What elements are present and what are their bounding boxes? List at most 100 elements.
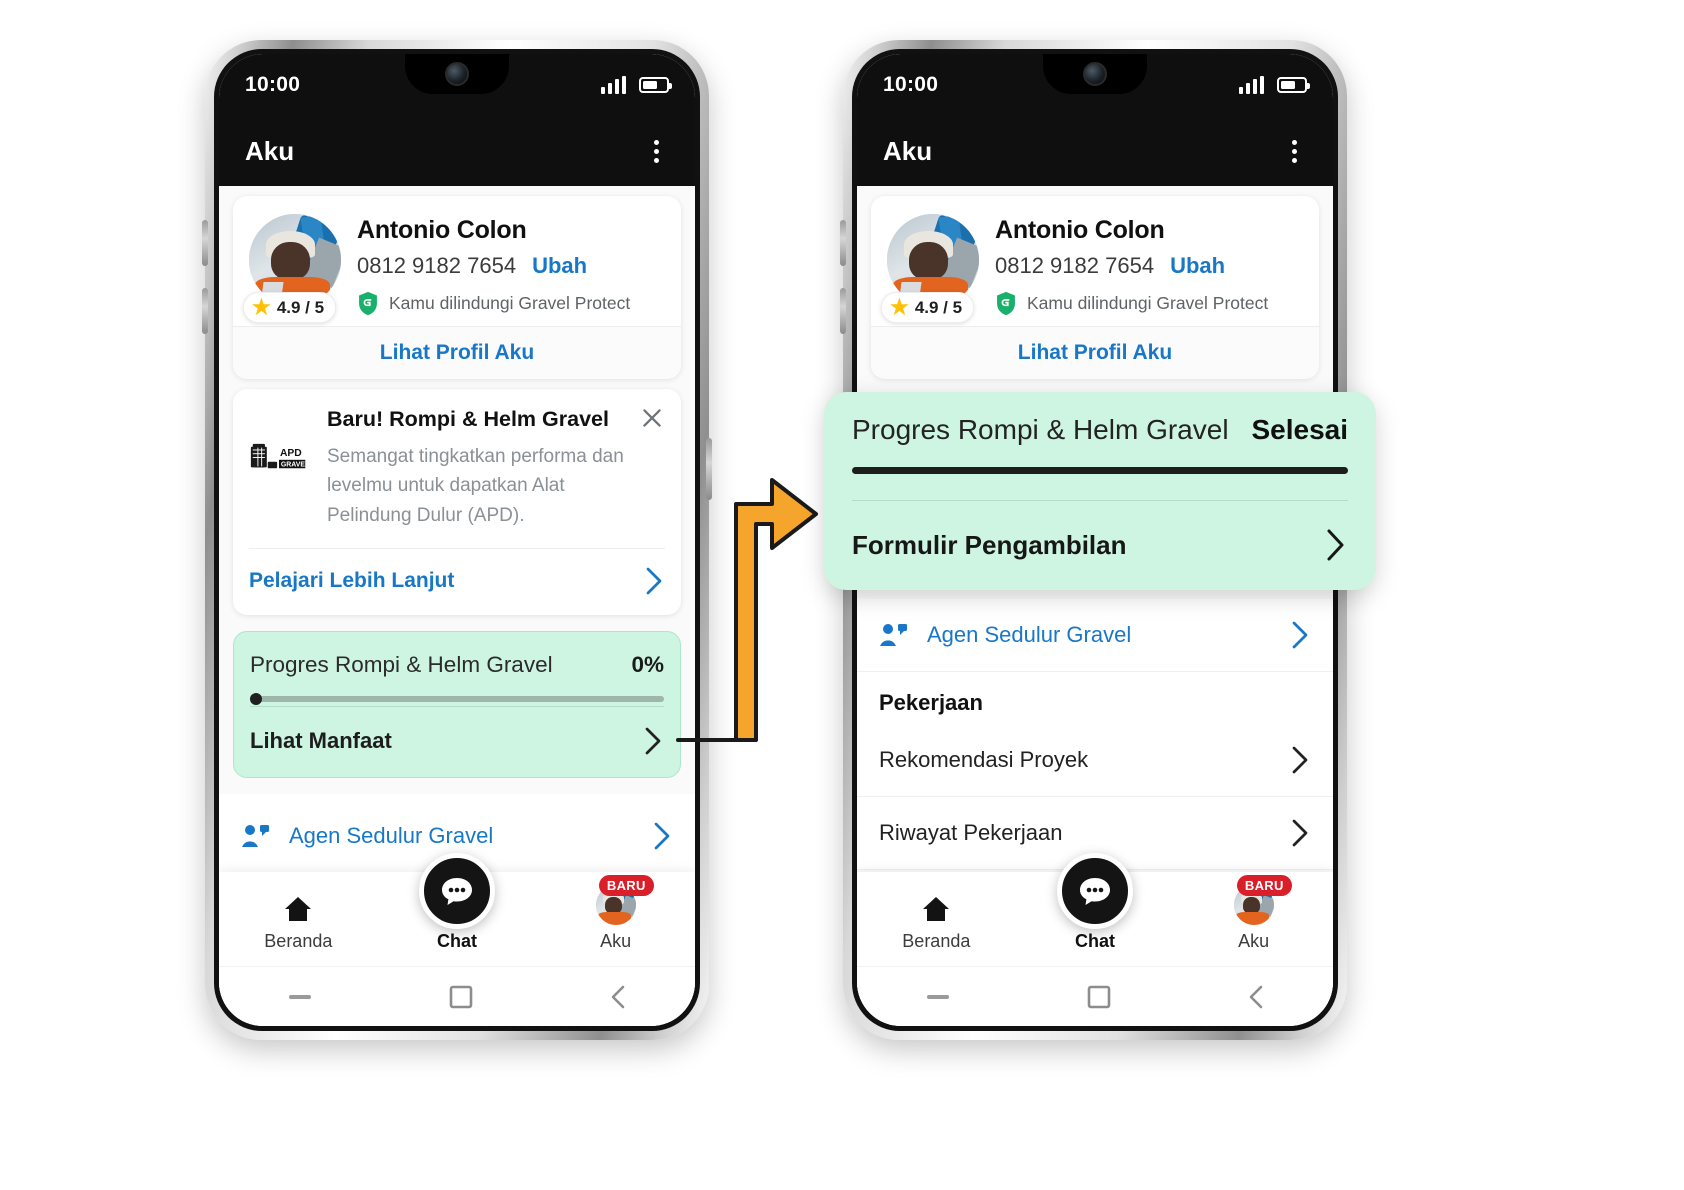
gravel-protect-shield-icon: [997, 291, 1015, 316]
battery-icon: [1277, 77, 1310, 93]
callout-status: Selesai: [1251, 414, 1348, 445]
people-icon: [242, 825, 269, 848]
learn-more-label: Pelajari Lebih Lanjut: [249, 569, 455, 593]
recents-icon[interactable]: [283, 987, 317, 1007]
chevron-right-icon: [645, 727, 661, 755]
chat-fab-button[interactable]: [1057, 853, 1133, 929]
view-benefits-row[interactable]: Lihat Manfaat: [250, 706, 664, 777]
camera-notch: [405, 54, 509, 94]
nav-item-aku[interactable]: BARU Aku: [1174, 875, 1333, 966]
chat-bubble-icon: [1080, 878, 1110, 905]
progress-card: Progres Rompi & Helm Gravel 0% Lihat Man…: [233, 631, 681, 779]
chevron-right-icon: [1292, 621, 1308, 649]
square-home-icon[interactable]: [1084, 982, 1114, 1012]
promo-title: Baru! Rompi & Helm Gravel: [327, 407, 609, 431]
page-title: Aku: [883, 135, 933, 166]
view-benefits-label: Lihat Manfaat: [250, 728, 392, 754]
bottom-navigation: Beranda Chat BARU Aku: [219, 853, 695, 966]
section-header-pekerjaan: Pekerjaan: [857, 672, 1333, 724]
nav-item-chat[interactable]: Chat: [1016, 853, 1175, 966]
kebab-menu-icon[interactable]: [644, 134, 669, 169]
square-home-icon[interactable]: [446, 982, 476, 1012]
back-chevron-icon[interactable]: [605, 982, 631, 1012]
edit-profile-link[interactable]: Ubah: [1170, 253, 1225, 279]
promo-description: Semangat tingkatkan performa dan levelmu…: [327, 446, 624, 526]
protect-text: Kamu dilindungi Gravel Protect: [1027, 293, 1269, 313]
volume-down-button[interactable]: [840, 288, 846, 334]
gravel-protect-shield-icon: [359, 291, 377, 316]
nav-label-aku: Aku: [1238, 931, 1270, 951]
profile-name: Antonio Colon: [357, 216, 527, 244]
profile-phone: 0812 9182 7654: [357, 253, 517, 278]
recents-icon[interactable]: [921, 987, 955, 1007]
rating-badge: ★ 4.9 / 5: [243, 292, 337, 323]
chat-fab-button[interactable]: [419, 853, 495, 929]
system-navigation-bar: [219, 966, 695, 1026]
apd-badge-icon: APD GRAVEL: [249, 407, 313, 530]
nav-item-beranda[interactable]: Beranda: [857, 893, 1016, 966]
status-badge: BARU: [1236, 875, 1292, 896]
profile-card: ★ 4.9 / 5 Antonio Colon 0812 9182 7654 U…: [871, 196, 1319, 379]
profile-card: ★ 4.9 / 5 Antonio Colon 0812 9182 7654 U…: [233, 196, 681, 379]
status-clock: 10:00: [883, 73, 939, 96]
progress-callout-overlay: Progres Rompi & Helm Gravel Selesai Form…: [824, 392, 1376, 590]
flow-arrow-right-icon: [676, 478, 818, 742]
volume-up-button[interactable]: [840, 220, 846, 266]
learn-more-row[interactable]: Pelajari Lebih Lanjut: [249, 548, 665, 615]
close-icon[interactable]: [639, 405, 665, 431]
svg-text:GRAVEL: GRAVEL: [281, 461, 309, 468]
progress-track: [250, 693, 664, 706]
svg-text:APD: APD: [280, 448, 302, 459]
progress-knob: [250, 693, 262, 706]
screenshot-root: 10:00 Aku ★ 4.9 / 5 Antonio Colon 0812 9…: [0, 0, 1684, 1190]
view-profile-label: Lihat Profil Aku: [379, 341, 535, 364]
menu-row-rekomendasi-proyek[interactable]: Rekomendasi Proyek: [857, 724, 1333, 797]
people-icon: [880, 624, 907, 646]
kebab-menu-icon[interactable]: [1282, 134, 1307, 169]
nav-label-chat: Chat: [1075, 931, 1115, 951]
chevron-right-icon: [1292, 746, 1308, 774]
formulir-label: Formulir Pengambilan: [852, 529, 1127, 560]
edit-profile-link[interactable]: Ubah: [532, 253, 587, 279]
menu-label: Riwayat Pekerjaan: [879, 820, 1063, 845]
star-icon: ★: [252, 296, 271, 319]
agen-label: Agen Sedulur Gravel: [927, 622, 1132, 647]
chevron-right-icon: [646, 567, 662, 595]
view-profile-button[interactable]: Lihat Profil Aku: [871, 326, 1319, 379]
page-title: Aku: [245, 135, 295, 166]
nav-label-aku: Aku: [600, 931, 632, 951]
view-profile-label: Lihat Profil Aku: [1017, 341, 1173, 364]
volume-down-button[interactable]: [202, 288, 208, 334]
nav-item-aku[interactable]: BARU Aku: [536, 875, 695, 966]
progress-title: Progres Rompi & Helm Gravel: [250, 652, 553, 678]
formulir-pengambilan-row[interactable]: Formulir Pengambilan: [852, 501, 1348, 564]
signal-bars-icon: [1239, 76, 1264, 94]
section-title: Pekerjaan: [879, 690, 983, 715]
back-chevron-icon[interactable]: [1243, 982, 1269, 1012]
app-bar: Aku: [857, 116, 1333, 186]
rating-value: 4.9 / 5: [914, 297, 963, 317]
rating-value: 4.9 / 5: [276, 297, 325, 317]
status-bar: 10:00: [219, 54, 695, 116]
screen-left: 10:00 Aku ★ 4.9 / 5 Antonio Colon 0812 9…: [219, 54, 695, 1026]
rating-badge: ★ 4.9 / 5: [881, 292, 975, 323]
nav-label-beranda: Beranda: [902, 931, 971, 951]
view-profile-button[interactable]: Lihat Profil Aku: [233, 326, 681, 379]
home-icon: [923, 897, 950, 921]
volume-up-button[interactable]: [202, 220, 208, 266]
promo-card: APD GRAVEL Baru! Rompi & Helm Gravel Sem…: [233, 389, 681, 616]
nav-item-beranda[interactable]: Beranda: [219, 893, 378, 966]
signal-bars-icon: [601, 76, 626, 94]
nav-item-chat[interactable]: Chat: [378, 853, 537, 966]
sidebar-item-agen-sedulur[interactable]: Agen Sedulur Gravel: [857, 599, 1333, 672]
front-camera-icon: [445, 62, 469, 86]
bottom-navigation: Beranda Chat BARU Aku: [857, 853, 1333, 966]
nav-label-chat: Chat: [437, 931, 477, 951]
camera-notch: [1043, 54, 1147, 94]
system-navigation-bar: [857, 966, 1333, 1026]
progress-percent: 0%: [631, 652, 664, 678]
phone-mockup-left: 10:00 Aku ★ 4.9 / 5 Antonio Colon 0812 9…: [202, 40, 712, 1040]
app-bar: Aku: [219, 116, 695, 186]
chevron-right-icon: [654, 822, 670, 850]
status-badge: BARU: [598, 875, 654, 896]
